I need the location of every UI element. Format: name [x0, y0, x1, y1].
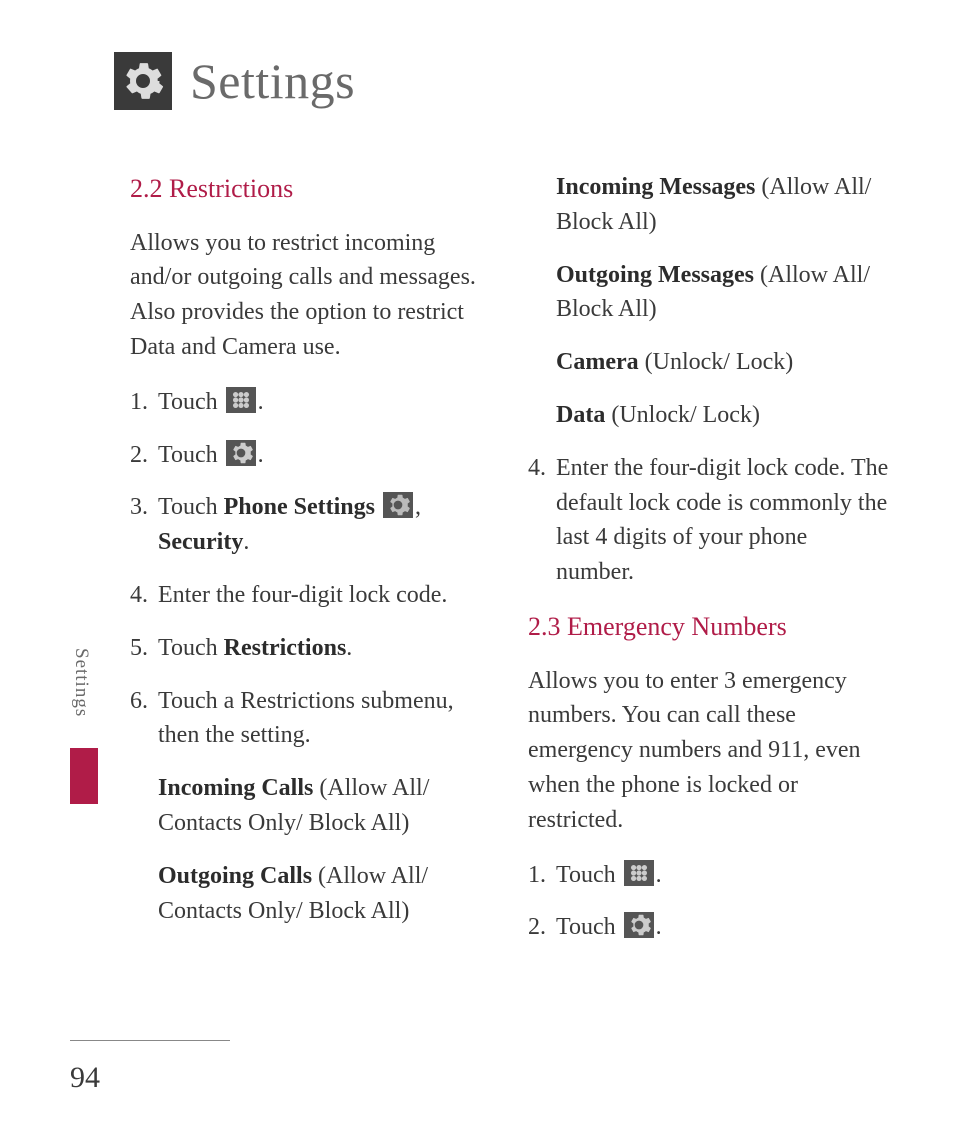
step-2: 2. Touch .	[130, 438, 492, 473]
sub-outgoing-calls: Outgoing Calls (Allow All/ Contacts Only…	[158, 859, 492, 929]
section-heading-restrictions: 2.2 Restrictions	[130, 170, 492, 208]
bold-text: Incoming Messages	[556, 174, 761, 200]
step-text: Touch	[158, 494, 224, 520]
step-number: 6.	[130, 684, 158, 754]
phone-settings-icon	[383, 492, 413, 518]
option-text: (Unlock/ Lock)	[611, 402, 760, 428]
bold-text: Security	[158, 529, 243, 555]
bold-text: Incoming Calls	[158, 775, 319, 801]
bold-text: Outgoing Calls	[158, 863, 318, 889]
bold-text: Restrictions	[224, 635, 347, 661]
step-6: 6. Touch a Restrictions submenu, then th…	[130, 684, 492, 754]
step-text: .	[258, 389, 264, 415]
page-number: 94	[70, 1061, 100, 1095]
gear-icon	[226, 440, 256, 466]
step-body: Touch .	[556, 858, 890, 893]
step-body: Enter the four-digit lock code.	[158, 578, 492, 613]
section-heading-emergency: 2.3 Emergency Numbers	[528, 608, 890, 646]
step-number: 1.	[130, 385, 158, 420]
step-body: Touch .	[556, 910, 890, 945]
step-body: Touch .	[158, 438, 492, 473]
step-number: 2.	[528, 910, 556, 945]
step-text: Touch	[556, 914, 622, 940]
bold-text: Camera	[556, 349, 645, 375]
gear-icon	[624, 912, 654, 938]
step-text: Touch	[556, 862, 622, 888]
sub-camera: Camera (Unlock/ Lock)	[556, 345, 890, 380]
step-text: .	[656, 914, 662, 940]
emergency-intro: Allows you to enter 3 emergency numbers.…	[528, 664, 890, 838]
apps-icon	[624, 860, 654, 886]
bold-text: Outgoing Messages	[556, 262, 760, 288]
footer-rule	[70, 1040, 230, 1041]
step-text: Touch	[158, 635, 224, 661]
step-number: 4.	[130, 578, 158, 613]
step-1: 1. Touch .	[130, 385, 492, 420]
page-title: Settings	[190, 52, 355, 110]
step-number: 3.	[130, 490, 158, 560]
step-text: ,	[415, 494, 421, 520]
step-1b: 1. Touch .	[528, 858, 890, 893]
step-text: .	[656, 862, 662, 888]
sub-incoming-messages: Incoming Messages (Allow All/ Block All)	[556, 170, 890, 240]
step-4: 4. Enter the four-digit lock code.	[130, 578, 492, 613]
option-text: (Unlock/ Lock)	[645, 349, 794, 375]
step-number: 2.	[130, 438, 158, 473]
step-body: Touch a Restrictions submenu, then the s…	[158, 684, 492, 754]
restrictions-intro: Allows you to restrict incoming and/or o…	[130, 226, 492, 365]
step-text: Touch	[158, 442, 224, 468]
step-text: .	[258, 442, 264, 468]
step-body: Touch .	[158, 385, 492, 420]
step-text: .	[243, 529, 249, 555]
step-4b: 4. Enter the four-digit lock code. The d…	[528, 451, 890, 590]
step-text: .	[346, 635, 352, 661]
sub-data: Data (Unlock/ Lock)	[556, 398, 890, 433]
apps-icon	[226, 387, 256, 413]
step-number: 1.	[528, 858, 556, 893]
step-text: Touch	[158, 389, 224, 415]
left-column: 2.2 Restrictions Allows you to restrict …	[130, 170, 492, 963]
right-column: Incoming Messages (Allow All/ Block All)…	[528, 170, 890, 963]
step-body: Enter the four-digit lock code. The defa…	[556, 451, 890, 590]
step-5: 5. Touch Restrictions.	[130, 631, 492, 666]
step-number: 4.	[528, 451, 556, 590]
bold-text: Phone Settings	[224, 494, 381, 520]
bold-text: Data	[556, 402, 611, 428]
step-3: 3. Touch Phone Settings , Security.	[130, 490, 492, 560]
content-columns: 2.2 Restrictions Allows you to restrict …	[130, 170, 890, 963]
page-header: Settings	[114, 52, 355, 110]
step-body: Touch Restrictions.	[158, 631, 492, 666]
sub-outgoing-messages: Outgoing Messages (Allow All/ Block All)	[556, 258, 890, 328]
step-2b: 2. Touch .	[528, 910, 890, 945]
sub-incoming-calls: Incoming Calls (Allow All/ Contacts Only…	[158, 771, 492, 841]
step-number: 5.	[130, 631, 158, 666]
side-accent-bar	[70, 748, 98, 804]
step-body: Touch Phone Settings , Security.	[158, 490, 492, 560]
gear-large-icon	[114, 52, 172, 110]
side-section-label: Settings	[70, 648, 92, 717]
